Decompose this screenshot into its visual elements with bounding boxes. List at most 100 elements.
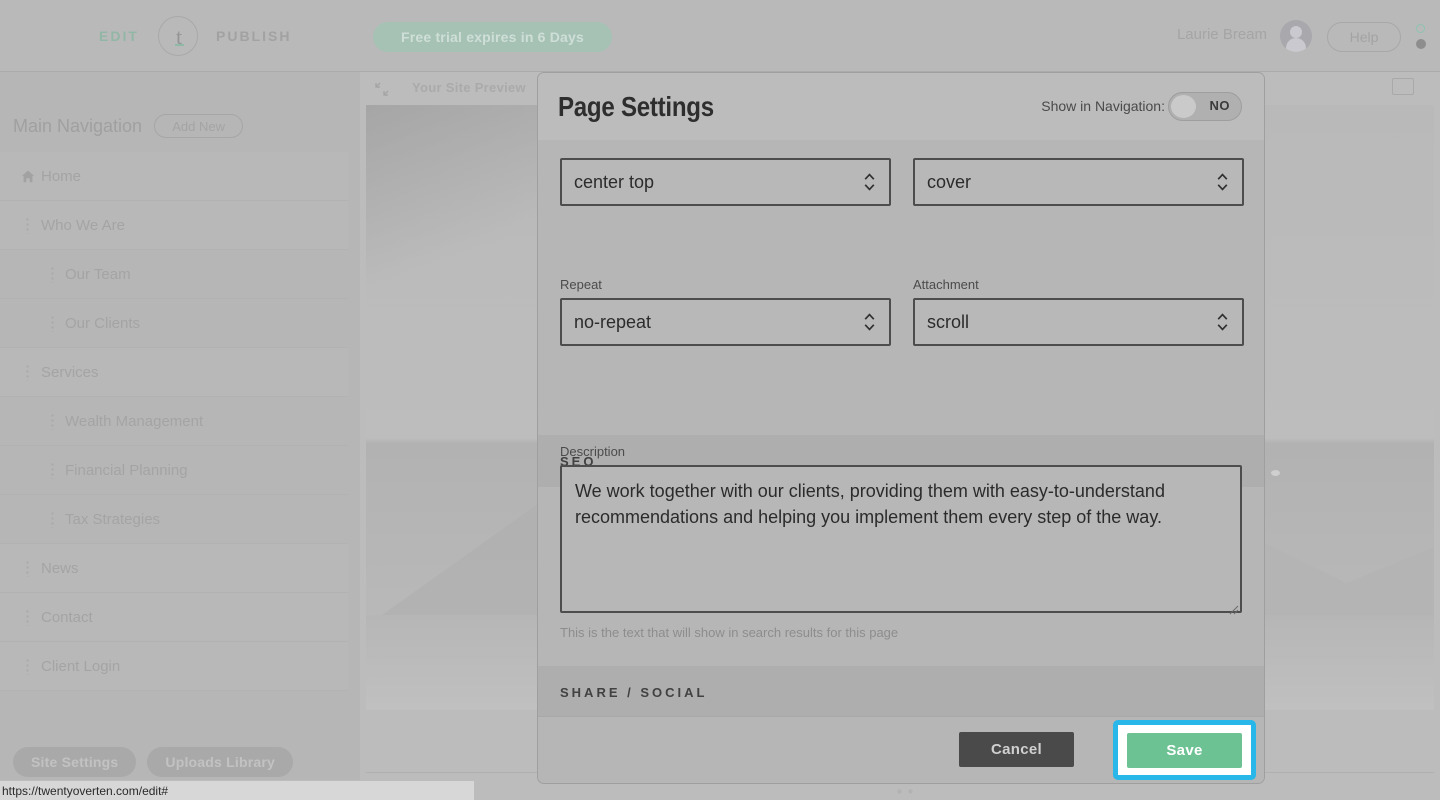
sidebar-item-contact[interactable]: Contact <box>0 593 348 642</box>
sidebar-item-client-login[interactable]: Client Login <box>0 642 348 691</box>
collapse-icon[interactable] <box>374 81 390 97</box>
show-in-navigation-label: Show in Navigation: <box>1041 98 1165 114</box>
drag-handle-icon[interactable] <box>51 511 54 528</box>
cancel-button[interactable]: Cancel <box>959 732 1074 767</box>
save-button[interactable]: Save <box>1127 733 1242 768</box>
help-button[interactable]: Help <box>1327 22 1401 52</box>
repeat-attachment-row: Repeat no-repeat Attachment <box>560 277 1244 346</box>
sidebar-item-home[interactable]: Home <box>0 152 348 201</box>
logo-underline-icon <box>175 44 184 46</box>
description-help-text: This is the text that will show in searc… <box>560 625 1242 640</box>
app-logo[interactable]: t <box>158 16 198 56</box>
sidebar-item-tax-strategies[interactable]: Tax Strategies <box>0 495 348 544</box>
sidebar-item-label: Services <box>41 364 99 381</box>
status-dot-icon <box>1416 39 1426 49</box>
share-social-section-header: SHARE / SOCIAL <box>538 666 1264 718</box>
attachment-value: scroll <box>927 312 969 333</box>
sidebar-title: Main Navigation <box>13 116 142 137</box>
attachment-select[interactable]: scroll <box>913 298 1244 346</box>
status-indicator[interactable] <box>1415 24 1427 52</box>
sidebar-item-label: Financial Planning <box>65 462 188 479</box>
chevron-updown-icon <box>1217 171 1228 193</box>
toggle-knob <box>1171 95 1196 118</box>
position-select[interactable]: center top <box>560 158 891 206</box>
sidebar: Main Navigation Add New Home Who We Are Ou… <box>0 72 360 800</box>
uploads-library-button[interactable]: Uploads Library <box>147 747 293 777</box>
modal-footer: Cancel Save <box>538 716 1264 783</box>
modal-title: Page Settings <box>558 91 714 123</box>
drag-handle-icon[interactable] <box>26 658 29 675</box>
sidebar-item-label: News <box>41 560 79 577</box>
status-bar-url: https://twentyoverten.com/edit# <box>2 784 168 798</box>
sidebar-item-label: Home <box>41 168 81 185</box>
drag-handle-icon[interactable] <box>51 413 54 430</box>
modal-body: center top cover <box>538 140 1264 718</box>
show-in-navigation-toggle[interactable]: NO <box>1168 92 1242 121</box>
sidebar-item-services[interactable]: Services <box>0 348 348 397</box>
sidebar-item-who-we-are[interactable]: Who We Are <box>0 201 348 250</box>
sidebar-item-our-clients[interactable]: Our Clients <box>0 299 348 348</box>
expand-preview-icon[interactable] <box>1392 78 1414 95</box>
repeat-field: Repeat no-repeat <box>560 277 891 346</box>
top-bar: EDIT t PUBLISH Free trial expires in 6 D… <box>0 0 1440 72</box>
description-field: Description This is the text that will s… <box>560 444 1242 640</box>
hero-highlight-dot <box>1271 470 1280 476</box>
repeat-label: Repeat <box>560 277 891 292</box>
chevron-updown-icon <box>864 171 875 193</box>
logo-letter: t <box>159 17 199 57</box>
repeat-select[interactable]: no-repeat <box>560 298 891 346</box>
size-value: cover <box>927 172 971 193</box>
chevron-updown-icon <box>1217 311 1228 333</box>
sidebar-item-our-team[interactable]: Our Team <box>0 250 348 299</box>
sidebar-item-wealth-management[interactable]: Wealth Management <box>0 397 348 446</box>
drag-handle-icon[interactable] <box>51 315 54 332</box>
background-position-size-row: center top cover <box>560 158 1244 206</box>
site-settings-button[interactable]: Site Settings <box>13 747 136 777</box>
trial-badge[interactable]: Free trial expires in 6 Days <box>373 22 612 52</box>
sidebar-item-label: Who We Are <box>41 217 125 234</box>
toggle-value-label: NO <box>1210 98 1231 113</box>
status-ring-icon <box>1416 24 1425 33</box>
position-field: center top <box>560 158 891 206</box>
sidebar-item-label: Contact <box>41 609 93 626</box>
page-settings-modal: Page Settings Show in Navigation: NO cen… <box>537 72 1265 784</box>
drag-handle-icon[interactable] <box>26 560 29 577</box>
share-social-label: SHARE / SOCIAL <box>560 685 707 700</box>
sidebar-item-financial-planning[interactable]: Financial Planning <box>0 446 348 495</box>
avatar-head-icon <box>1290 26 1302 38</box>
chevron-updown-icon <box>864 311 875 333</box>
description-input[interactable] <box>560 465 1242 613</box>
drag-handle-icon[interactable] <box>26 364 29 381</box>
modal-header: Page Settings Show in Navigation: NO <box>538 73 1264 140</box>
avatar[interactable] <box>1280 20 1312 52</box>
position-value: center top <box>574 172 654 193</box>
repeat-value: no-repeat <box>574 312 651 333</box>
drag-handle-icon[interactable] <box>51 462 54 479</box>
add-new-button[interactable]: Add New <box>154 114 243 138</box>
drag-handle-icon[interactable] <box>26 609 29 626</box>
size-select[interactable]: cover <box>913 158 1244 206</box>
home-icon <box>21 170 35 183</box>
sidebar-footer-buttons: Site Settings Uploads Library <box>13 747 293 777</box>
description-label: Description <box>560 444 1242 459</box>
app-root: EDIT t PUBLISH Free trial expires in 6 D… <box>0 0 1440 800</box>
attachment-label: Attachment <box>913 277 1244 292</box>
sidebar-header: Main Navigation Add New <box>13 114 243 138</box>
attachment-field: Attachment scroll <box>913 277 1244 346</box>
preview-footer-dots-icon <box>894 788 916 795</box>
sidebar-item-news[interactable]: News <box>0 544 348 593</box>
avatar-body-icon <box>1286 38 1306 52</box>
edit-tab[interactable]: EDIT <box>99 28 139 44</box>
publish-tab[interactable]: PUBLISH <box>216 28 291 44</box>
user-name-label: Laurie Bream <box>1177 26 1267 43</box>
sidebar-item-label: Client Login <box>41 658 120 675</box>
navigation-list: Home Who We Are Our Team Our Clients Service… <box>0 152 348 691</box>
preview-title: Your Site Preview <box>412 80 526 95</box>
sidebar-item-label: Wealth Management <box>65 413 203 430</box>
save-button-highlight: Save <box>1113 720 1256 780</box>
browser-status-bar: https://twentyoverten.com/edit# <box>0 780 475 800</box>
sidebar-item-label: Our Clients <box>65 315 140 332</box>
size-field: cover <box>913 158 1244 206</box>
drag-handle-icon[interactable] <box>26 217 29 234</box>
drag-handle-icon[interactable] <box>51 266 54 283</box>
